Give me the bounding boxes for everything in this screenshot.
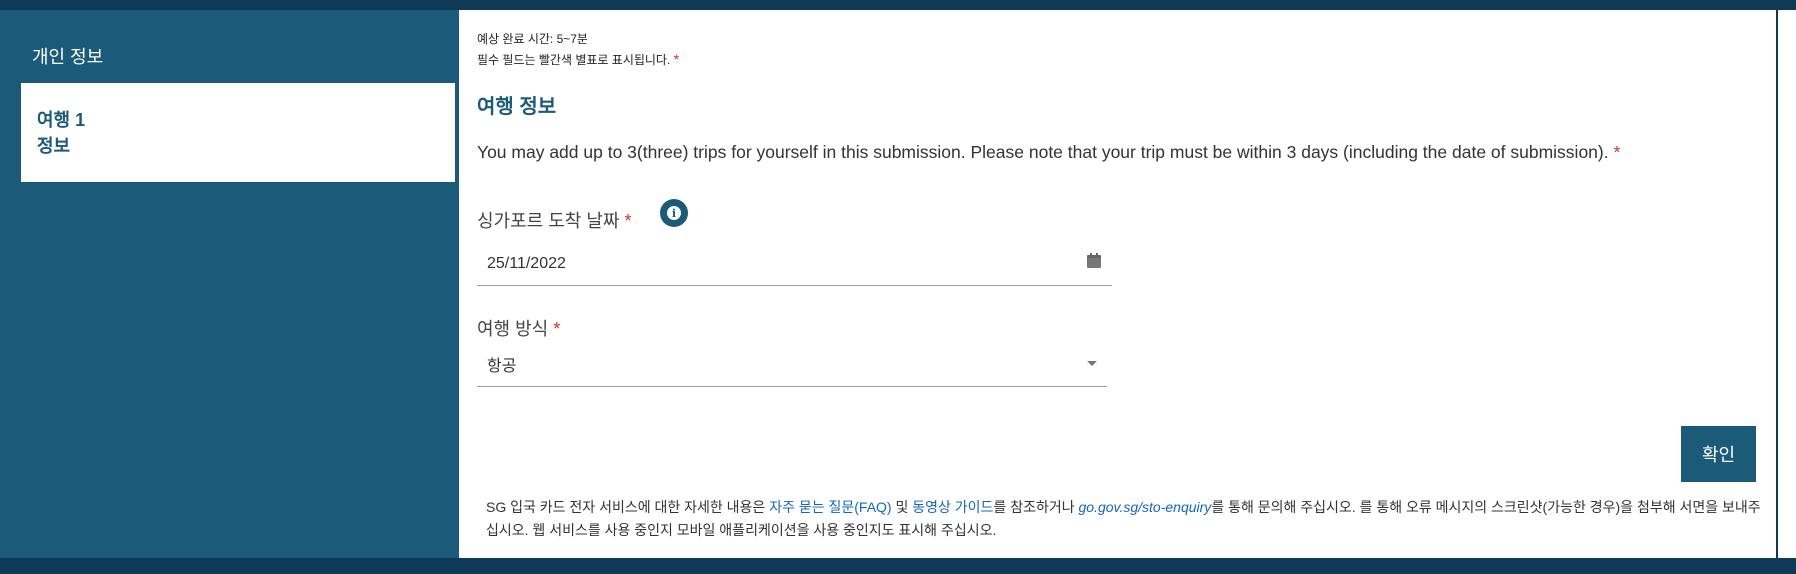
section-title: 여행 정보 bbox=[477, 96, 557, 118]
enquiry-link[interactable]: go.gov.sg/sto-enquiry bbox=[1078, 499, 1211, 515]
trip-limit-note: You may add up to 3(three) trips for you… bbox=[477, 142, 1620, 163]
required-asterisk: * bbox=[624, 211, 632, 231]
arrival-date-label: 싱가포르 도착 날짜 * bbox=[477, 207, 632, 233]
sidebar-item-personal-info[interactable]: 개인 정보 bbox=[32, 43, 103, 69]
sidebar-item-trip-info[interactable]: 여행 1 정보 bbox=[21, 83, 455, 182]
chevron-down-icon bbox=[1087, 361, 1097, 366]
trip-limit-note-text: You may add up to 3(three) trips for you… bbox=[477, 142, 1609, 162]
travel-mode-select[interactable]: 항공 bbox=[477, 343, 1107, 387]
calendar-icon[interactable] bbox=[1087, 253, 1101, 268]
arrival-date-field[interactable]: 25/11/2022 bbox=[477, 243, 1112, 286]
footer-text-1: SG 입국 카드 전자 서비스에 대한 자세한 내용은 bbox=[486, 499, 770, 515]
info-icon-glyph: i bbox=[667, 206, 681, 220]
estimated-time: 예상 완료 시간: 5~7분 bbox=[477, 32, 588, 46]
right-edge-line bbox=[1776, 10, 1778, 558]
required-asterisk: * bbox=[1613, 142, 1621, 162]
footer-text-2: 및 bbox=[891, 499, 913, 515]
arrival-date-label-text: 싱가포르 도착 날짜 bbox=[477, 211, 620, 231]
right-edge bbox=[1774, 10, 1796, 558]
info-icon[interactable]: i bbox=[660, 199, 688, 227]
travel-mode-label-text: 여행 방식 bbox=[477, 319, 549, 339]
main-content: 예상 완료 시간: 5~7분 필수 필드는 빨간색 별표로 표시됩니다. * 여… bbox=[459, 10, 1774, 558]
footer-text-3: 를 참조하거나 bbox=[993, 499, 1079, 515]
required-asterisk: * bbox=[553, 319, 561, 339]
arrival-date-value: 25/11/2022 bbox=[487, 255, 566, 272]
required-note: 필수 필드는 빨간색 별표로 표시됩니다. * bbox=[477, 51, 679, 68]
travel-mode-value: 항공 bbox=[487, 358, 517, 375]
faq-link[interactable]: 자주 묻는 질문(FAQ) bbox=[769, 499, 891, 515]
sidebar-item-label-line2: 정보 bbox=[37, 136, 71, 156]
footer-help-text: SG 입국 카드 전자 서비스에 대한 자세한 내용은 자주 묻는 질문(FAQ… bbox=[486, 496, 1761, 542]
top-bar bbox=[0, 0, 1796, 10]
required-note-text: 필수 필드는 빨간색 별표로 표시됩니다. bbox=[477, 53, 671, 67]
sidebar-item-label-line1: 여행 1 bbox=[37, 110, 86, 130]
video-guide-link[interactable]: 동영상 가이드 bbox=[912, 499, 993, 515]
bottom-bar bbox=[0, 558, 1796, 574]
sidebar: 개인 정보 여행 1 정보 bbox=[0, 10, 459, 558]
required-asterisk: * bbox=[673, 51, 680, 67]
confirm-button[interactable]: 확인 bbox=[1681, 426, 1756, 482]
travel-mode-label: 여행 방식 * bbox=[477, 315, 560, 341]
